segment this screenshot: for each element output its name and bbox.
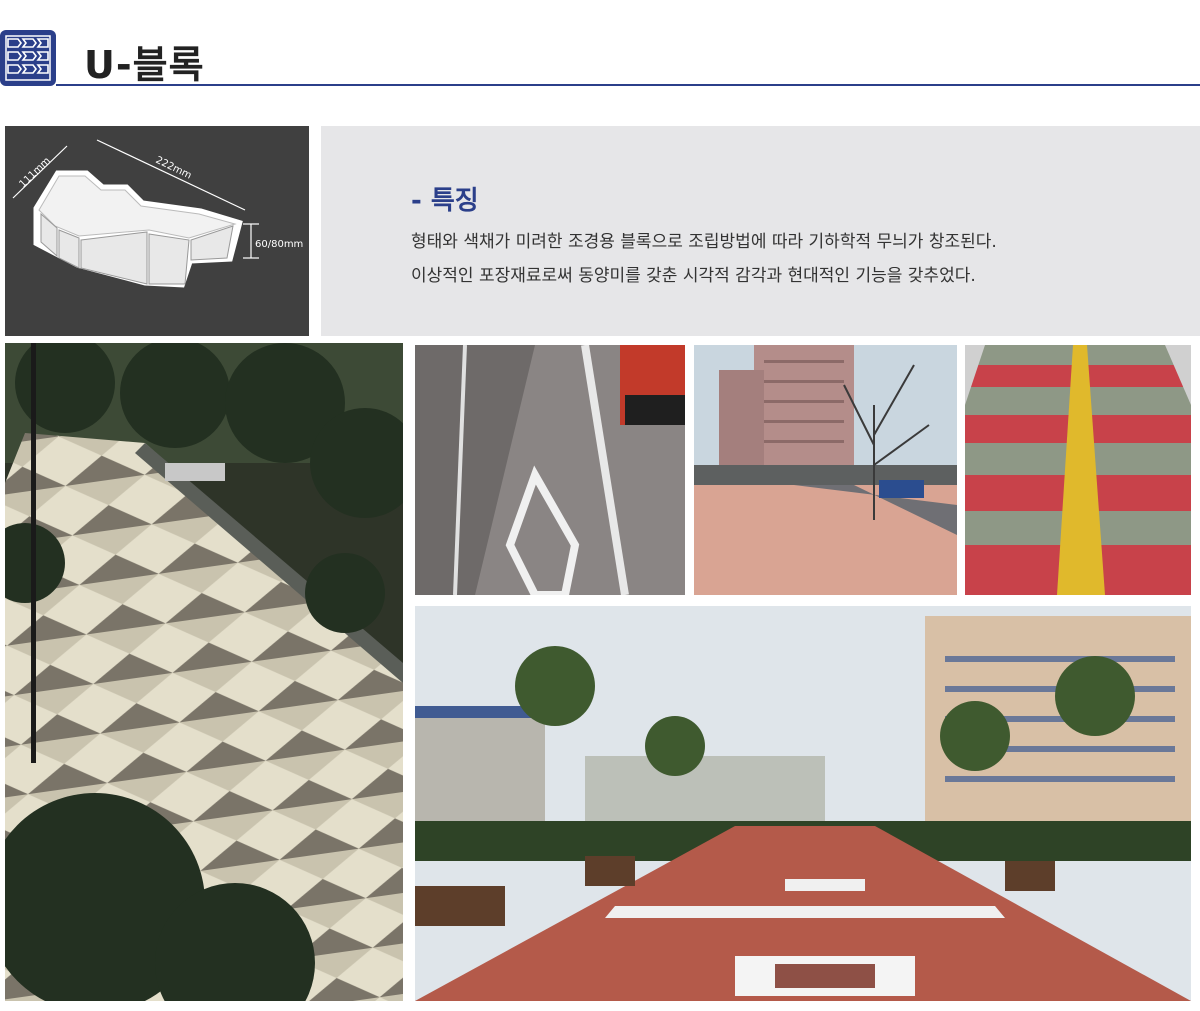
height-label: 60/80mm [255, 239, 303, 250]
tactile-paving-photo [965, 345, 1191, 595]
campus-promenade-photo [415, 606, 1191, 1001]
length-label: 222mm [154, 155, 193, 182]
walkway-pattern-photo [5, 343, 403, 1001]
block-dimension-diagram: 111mm 222mm 60/80mm [5, 126, 309, 336]
features-line-1: 형태와 색채가 미려한 조경용 블록으로 조립방법에 따라 기하학적 무늬가 창… [411, 232, 997, 252]
paving-pattern-icon [0, 30, 56, 86]
page-title: U-블록 [84, 43, 205, 87]
header-divider [56, 84, 1200, 86]
features-title: - 특징 [411, 186, 479, 216]
page-header: U-블록 [0, 0, 1200, 88]
plaza-building-photo [694, 345, 957, 595]
features-panel: - 특징 형태와 색채가 미려한 조경용 블록으로 조립방법에 따라 기하학적 … [321, 126, 1200, 336]
features-line-2: 이상적인 포장재료로써 동양미를 갖춘 시각적 감각과 현대적인 기능을 갖추었… [411, 266, 976, 286]
road-pattern-photo [415, 345, 685, 595]
